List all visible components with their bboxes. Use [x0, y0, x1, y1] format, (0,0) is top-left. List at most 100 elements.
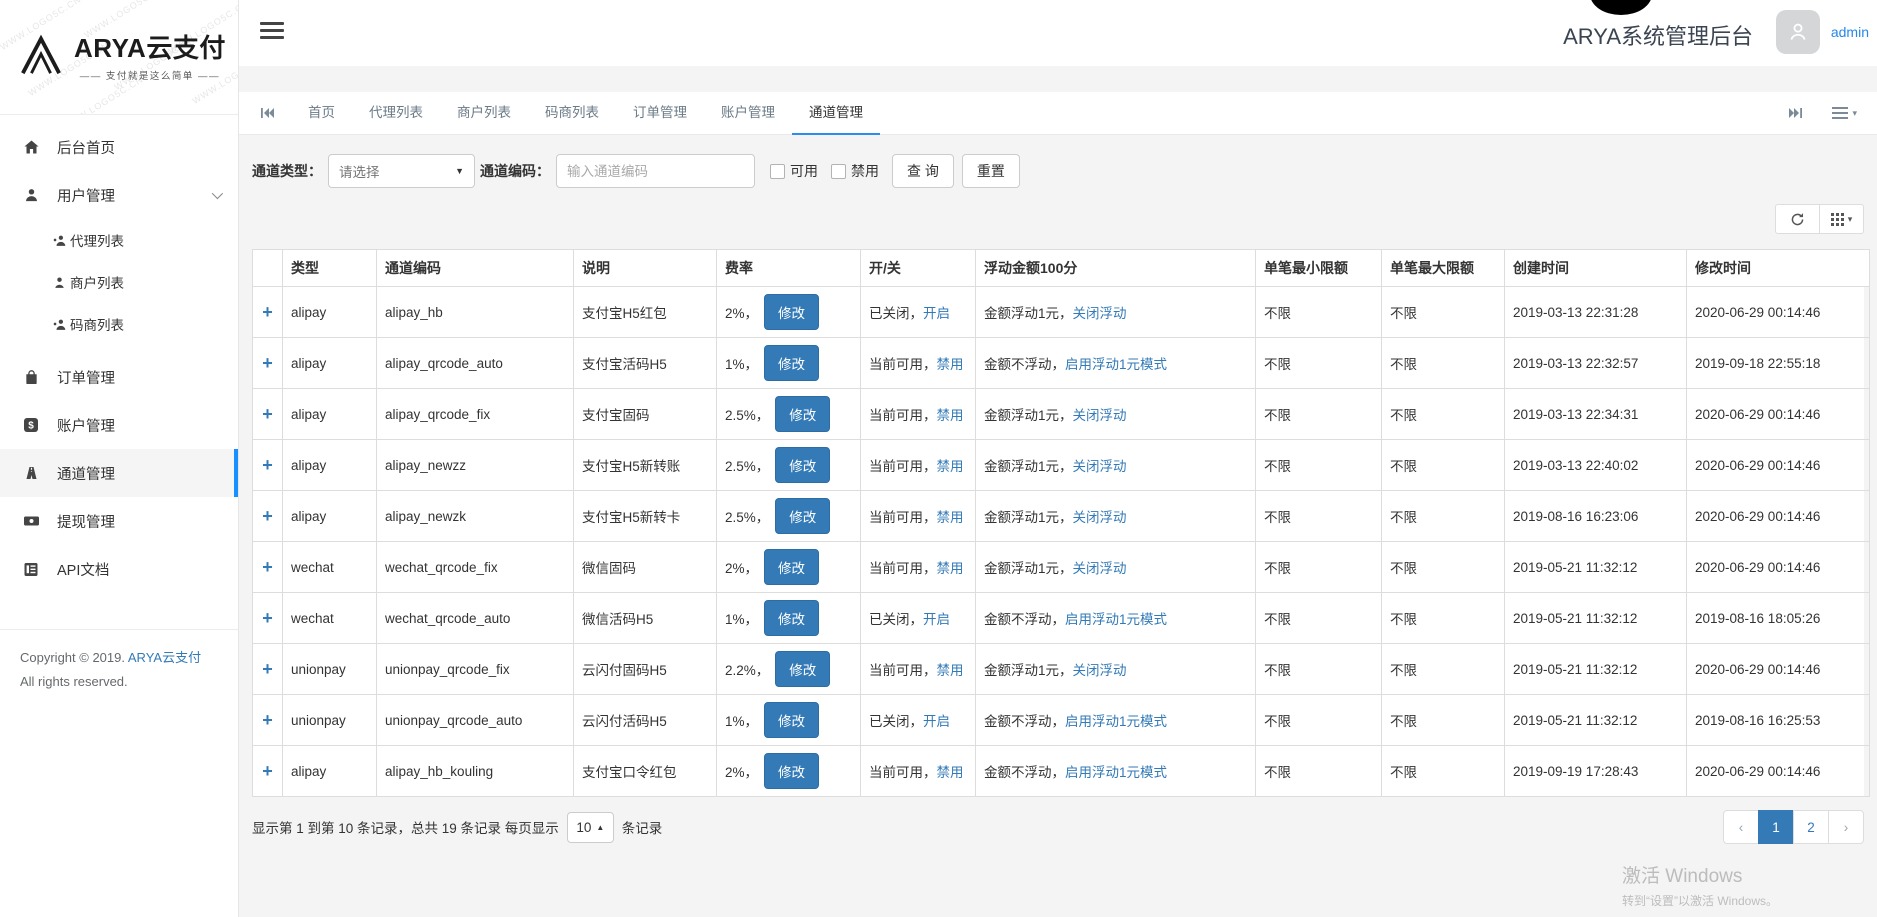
- toggle-float-link[interactable]: 关闭浮动: [1073, 306, 1127, 321]
- tab-通道管理[interactable]: 通道管理: [792, 92, 880, 135]
- expand-row-button[interactable]: +: [262, 455, 273, 475]
- user-link[interactable]: admin: [1831, 24, 1869, 40]
- toggle-status-link[interactable]: 开启: [923, 612, 950, 627]
- pagination-prev-button[interactable]: ‹: [1723, 810, 1759, 844]
- toggle-float-link[interactable]: 关闭浮动: [1073, 663, 1127, 678]
- sidebar-toggle-button[interactable]: [260, 22, 284, 43]
- expand-row-button[interactable]: +: [262, 761, 273, 781]
- toggle-float-link[interactable]: 关闭浮动: [1073, 510, 1127, 525]
- toggle-status-link[interactable]: 禁用: [937, 510, 964, 525]
- sidebar-item-merchant-list[interactable]: 商户列表: [0, 261, 238, 303]
- status-text: 当前可用，: [869, 561, 937, 576]
- toggle-float-link[interactable]: 关闭浮动: [1073, 561, 1127, 576]
- toggle-status-link[interactable]: 开启: [923, 714, 950, 729]
- tab-账户管理[interactable]: 账户管理: [704, 92, 792, 135]
- checkbox-icon[interactable]: [831, 164, 846, 179]
- expand-row-button[interactable]: +: [262, 506, 273, 526]
- expand-row-button[interactable]: +: [262, 302, 273, 322]
- road-icon: [20, 465, 42, 481]
- modify-rate-button[interactable]: 修改: [764, 702, 819, 738]
- channel-type-select[interactable]: 请选择 ▼: [328, 154, 475, 188]
- brand-name: ARYA云支付: [74, 28, 226, 65]
- toggle-float-link[interactable]: 启用浮动1元模式: [1065, 612, 1167, 627]
- chevron-down-icon: [212, 188, 223, 199]
- sidebar-item-accounts[interactable]: $ 账户管理: [0, 401, 238, 449]
- available-checkbox[interactable]: 可用: [770, 161, 818, 181]
- modify-rate-button[interactable]: 修改: [775, 498, 830, 534]
- toggle-status-link[interactable]: 禁用: [937, 408, 964, 423]
- toggle-float-link[interactable]: 启用浮动1元模式: [1065, 714, 1167, 729]
- modify-rate-button[interactable]: 修改: [764, 600, 819, 636]
- channel-code: alipay_qrcode_auto: [385, 356, 503, 371]
- expand-row-button[interactable]: +: [262, 659, 273, 679]
- sidebar-item-home[interactable]: 后台首页: [0, 123, 238, 171]
- expand-row-button[interactable]: +: [262, 404, 273, 424]
- pagination-page-1[interactable]: 1: [1758, 810, 1794, 844]
- created-time: 2019-05-21 11:32:12: [1513, 713, 1637, 728]
- created-time: 2019-03-13 22:40:02: [1513, 458, 1638, 473]
- reset-button[interactable]: 重置: [962, 154, 1020, 188]
- modify-rate-button[interactable]: 修改: [764, 549, 819, 585]
- toggle-float-link[interactable]: 关闭浮动: [1073, 408, 1127, 423]
- tab-码商列表[interactable]: 码商列表: [528, 92, 616, 135]
- column-header: 单笔最大限额: [1382, 250, 1505, 287]
- modify-rate-button[interactable]: 修改: [764, 345, 819, 381]
- table-row: +wechatwechat_qrcode_auto微信活码H51%，修改已关闭，…: [253, 593, 1870, 644]
- tab-代理列表[interactable]: 代理列表: [352, 92, 440, 135]
- sidebar-item-api-doc[interactable]: API文档: [0, 545, 238, 593]
- toggle-status-link[interactable]: 禁用: [937, 663, 964, 678]
- expand-row-button[interactable]: +: [262, 353, 273, 373]
- code-merchant-icon: [52, 318, 67, 331]
- brand-link[interactable]: ARYA云支付: [128, 650, 201, 665]
- tab-订单管理[interactable]: 订单管理: [616, 92, 704, 135]
- channel-code-input[interactable]: [556, 154, 755, 188]
- sidebar-item-label: 提现管理: [57, 511, 115, 532]
- pagination-next-button[interactable]: ›: [1828, 810, 1864, 844]
- tab-scroll-left-icon[interactable]: [253, 107, 283, 119]
- sidebar-item-agent-list[interactable]: 代理列表: [0, 219, 238, 261]
- columns-button[interactable]: ▾: [1819, 204, 1864, 234]
- toggle-float-link[interactable]: 启用浮动1元模式: [1065, 357, 1167, 372]
- sidebar-item-channels[interactable]: 通道管理: [0, 449, 238, 497]
- modified-time: 2020-06-29 00:14:46: [1695, 662, 1820, 677]
- toggle-status-link[interactable]: 禁用: [937, 357, 964, 372]
- modify-rate-button[interactable]: 修改: [764, 753, 819, 789]
- home-icon: [20, 139, 42, 155]
- tab-商户列表[interactable]: 商户列表: [440, 92, 528, 135]
- modified-time: 2020-06-29 00:14:46: [1695, 458, 1820, 473]
- sidebar-item-withdraw[interactable]: 提现管理: [0, 497, 238, 545]
- channel-type: alipay: [291, 305, 326, 320]
- channel-type: alipay: [291, 356, 326, 371]
- rate-value: 2%，: [725, 765, 758, 780]
- toggle-status-link[interactable]: 禁用: [937, 459, 964, 474]
- toggle-status-link[interactable]: 禁用: [937, 561, 964, 576]
- page-size-select[interactable]: 10 ▲: [567, 812, 614, 843]
- avatar[interactable]: [1776, 10, 1820, 54]
- sidebar-item-code-merchant-list[interactable]: 码商列表: [0, 303, 238, 345]
- max-limit: 不限: [1390, 714, 1417, 729]
- modify-rate-button[interactable]: 修改: [775, 396, 830, 432]
- toggle-float-link[interactable]: 关闭浮动: [1073, 459, 1127, 474]
- modify-rate-button[interactable]: 修改: [764, 294, 819, 330]
- expand-row-button[interactable]: +: [262, 557, 273, 577]
- pagination-page-2[interactable]: 2: [1793, 810, 1829, 844]
- tab-scroll-right-icon[interactable]: [1780, 107, 1810, 119]
- modify-rate-button[interactable]: 修改: [775, 651, 830, 687]
- toggle-status-link[interactable]: 禁用: [937, 765, 964, 780]
- tab-首页[interactable]: 首页: [291, 92, 352, 135]
- main-content: 首页代理列表商户列表码商列表订单管理账户管理通道管理 ▾ 通道类型： 请选择 ▼…: [239, 66, 1877, 917]
- expand-row-button[interactable]: +: [262, 710, 273, 730]
- toggle-status-link[interactable]: 开启: [923, 306, 950, 321]
- sidebar-item-users[interactable]: 用户管理: [0, 171, 238, 219]
- tab-menu-button[interactable]: ▾: [1832, 107, 1857, 119]
- banknote-icon: [20, 514, 42, 528]
- refresh-button[interactable]: [1775, 204, 1820, 234]
- toggle-float-link[interactable]: 启用浮动1元模式: [1065, 765, 1167, 780]
- sidebar-item-orders[interactable]: 订单管理: [0, 353, 238, 401]
- expand-row-button[interactable]: +: [262, 608, 273, 628]
- disabled-checkbox[interactable]: 禁用: [831, 161, 879, 181]
- search-button[interactable]: 查 询: [892, 154, 954, 188]
- modify-rate-button[interactable]: 修改: [775, 447, 830, 483]
- checkbox-icon[interactable]: [770, 164, 785, 179]
- sidebar-item-label: API文档: [57, 559, 109, 580]
